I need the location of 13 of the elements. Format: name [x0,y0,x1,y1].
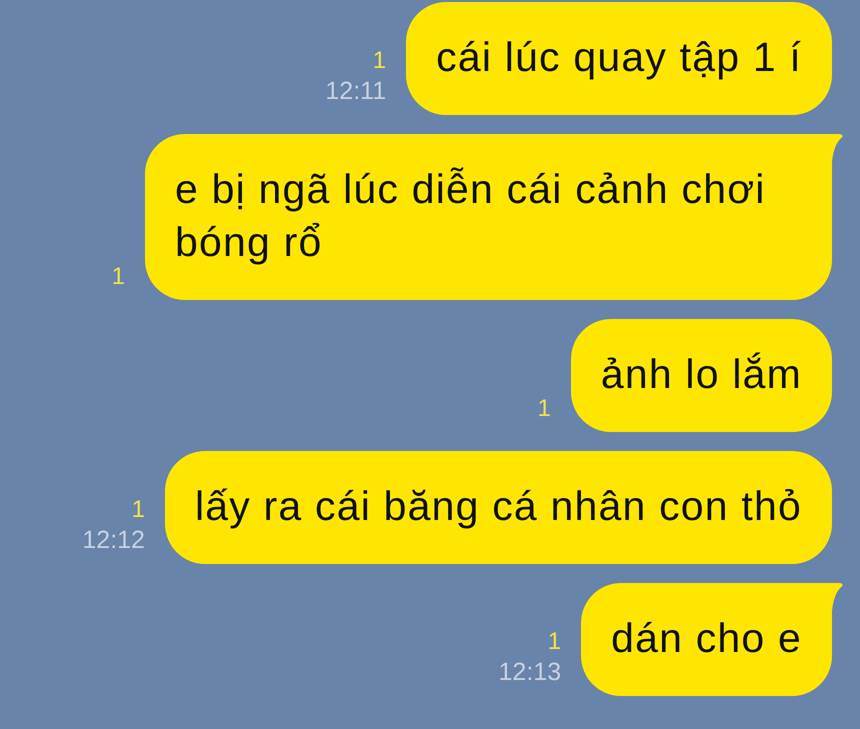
message-bubble: dán cho e [581,583,832,696]
message-bubble: e bị ngã lúc diễn cái cảnh chơi bóng rổ [145,134,832,300]
read-count: 1 [537,394,551,424]
message-time: 12:13 [498,657,562,688]
message-time: 12:12 [82,525,145,556]
message-bubble: lấy ra cái băng cá nhân con thỏ [164,451,832,564]
read-count: 1 [132,495,145,525]
read-count: 1 [548,627,562,657]
message-bubble: ảnh lo lắm [570,319,832,432]
message-bubble: cái lúc quay tập 1 í [406,2,832,115]
read-count: 1 [112,262,125,292]
read-count: 1 [372,46,386,76]
message-time: 12:11 [325,76,386,107]
